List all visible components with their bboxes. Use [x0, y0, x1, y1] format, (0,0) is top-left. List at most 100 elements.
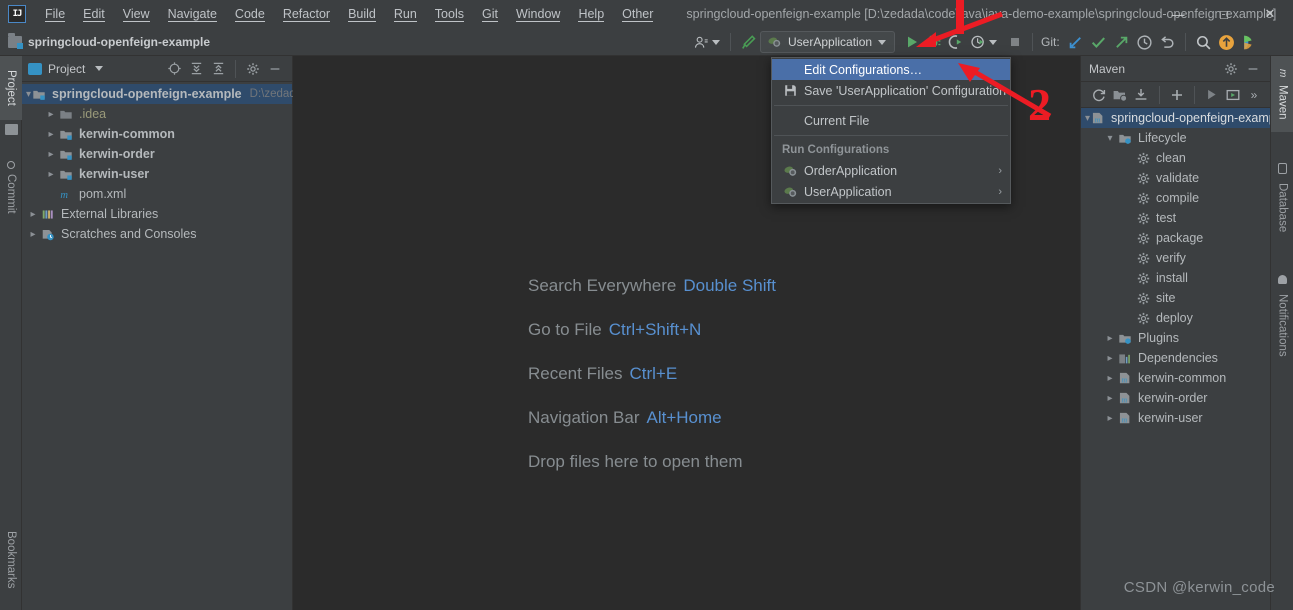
chevron-down-icon[interactable]: ▾	[1103, 133, 1117, 144]
generate-sources-icon[interactable]	[1110, 84, 1130, 106]
popup-menu-item[interactable]: Edit Configurations…	[772, 59, 1010, 80]
chevron-right-icon[interactable]: ›	[998, 186, 1002, 198]
maven-tree-row[interactable]: ▾Lifecycle	[1081, 128, 1270, 148]
menu-item-tools[interactable]: Tools	[426, 3, 473, 25]
chevron-right-icon[interactable]: ›	[998, 165, 1002, 177]
menu-item-run[interactable]: Run	[385, 3, 426, 25]
maven-tree-row[interactable]: install	[1081, 268, 1270, 288]
menu-item-git[interactable]: Git	[473, 3, 507, 25]
expand-all-icon[interactable]	[185, 58, 207, 80]
maven-tree-row[interactable]: deploy	[1081, 308, 1270, 328]
rollback-button[interactable]	[1156, 31, 1179, 53]
maven-tree-row[interactable]: ▾mspringcloud-openfeign-example	[1081, 108, 1270, 128]
chevron-right-icon[interactable]: ▸	[44, 129, 58, 140]
maven-tree-row[interactable]: package	[1081, 228, 1270, 248]
chevron-down-icon[interactable]	[95, 66, 103, 71]
maven-tree-label: clean	[1156, 151, 1186, 165]
menu-item-edit[interactable]: Edit	[74, 3, 114, 25]
push-button[interactable]	[1110, 31, 1133, 53]
search-everywhere-button[interactable]	[1192, 31, 1215, 53]
ide-feature-trainer-button[interactable]	[1238, 31, 1261, 53]
sidebar-item-maven[interactable]: m Maven	[1271, 56, 1293, 132]
popup-menu-item[interactable]: Save 'UserApplication' Configuration	[772, 80, 1010, 101]
chevron-right-icon[interactable]: ▸	[26, 229, 40, 240]
chevron-right-icon[interactable]: ▸	[1103, 333, 1117, 344]
popup-menu-item[interactable]: Current File	[772, 110, 1010, 131]
chevron-right-icon[interactable]: ▸	[1103, 373, 1117, 384]
maven-tree-row[interactable]: ▸mkerwin-user	[1081, 408, 1270, 428]
toolbar-divider	[730, 33, 731, 51]
project-tree-row[interactable]: ▸Scratches and Consoles	[22, 224, 292, 244]
maven-tree-row[interactable]: validate	[1081, 168, 1270, 188]
project-tree-row[interactable]: mpom.xml	[22, 184, 292, 204]
stop-button[interactable]	[1004, 31, 1026, 53]
maven-tree-row[interactable]: ▸mkerwin-order	[1081, 388, 1270, 408]
maven-tree-row[interactable]: ▸mkerwin-common	[1081, 368, 1270, 388]
commit-button[interactable]	[1087, 31, 1110, 53]
add-maven-project-icon[interactable]	[1166, 84, 1186, 106]
maximize-button[interactable]: □	[1201, 0, 1247, 28]
sidebar-item-database[interactable]: Database	[1271, 152, 1293, 244]
maven-tree-row[interactable]: test	[1081, 208, 1270, 228]
maven-tree-row[interactable]: ▸Dependencies	[1081, 348, 1270, 368]
menu-item-other[interactable]: Other	[613, 3, 662, 25]
run-icon[interactable]	[1202, 84, 1222, 106]
popup-run-config-item[interactable]: OrderApplication›	[772, 160, 1010, 181]
menu-item-view[interactable]: View	[114, 3, 159, 25]
collapse-all-icon[interactable]	[207, 58, 229, 80]
menu-item-help[interactable]: Help	[569, 3, 613, 25]
reload-all-projects-icon[interactable]	[1089, 84, 1109, 106]
menu-item-build[interactable]: Build	[339, 3, 385, 25]
maven-tree-row[interactable]: site	[1081, 288, 1270, 308]
chevron-right-icon[interactable]: ▸	[1103, 393, 1117, 404]
project-tree-row[interactable]: ▸External Libraries	[22, 204, 292, 224]
menu-item-file[interactable]: File	[36, 3, 74, 25]
hide-panel-icon[interactable]	[264, 58, 286, 80]
chevron-right-icon[interactable]: ▸	[1103, 353, 1117, 364]
updates-available-button[interactable]	[1215, 31, 1238, 53]
breadcrumb[interactable]: springcloud-openfeign-example	[8, 35, 210, 49]
download-sources-icon[interactable]	[1131, 84, 1151, 106]
build-button[interactable]	[737, 31, 760, 53]
menu-item-label: Edit	[83, 7, 105, 22]
execute-maven-goal-icon[interactable]	[1223, 84, 1243, 106]
gear-icon[interactable]	[242, 58, 264, 80]
project-tree-row[interactable]: ▸kerwin-order	[22, 144, 292, 164]
run-button[interactable]	[901, 31, 923, 53]
maven-tree-row[interactable]: clean	[1081, 148, 1270, 168]
chevron-down-icon[interactable]	[878, 40, 886, 45]
menu-item-refactor[interactable]: Refactor	[274, 3, 339, 25]
gear-icon[interactable]	[1220, 58, 1242, 80]
sidebar-item-project[interactable]: Project	[0, 56, 22, 120]
chevron-right-icon[interactable]: ▸	[44, 169, 58, 180]
chevron-right-icon[interactable]: ▸	[44, 109, 58, 120]
run-configuration-selector[interactable]: UserApplication	[760, 31, 895, 53]
select-opened-file-icon[interactable]	[163, 58, 185, 80]
history-button[interactable]	[1133, 31, 1156, 53]
update-project-button[interactable]	[1064, 31, 1087, 53]
sidebar-item-notifications[interactable]: Notifications	[1271, 260, 1293, 372]
maven-tree-row[interactable]: verify	[1081, 248, 1270, 268]
project-tree-row[interactable]: ▸kerwin-common	[22, 124, 292, 144]
more-options-icon[interactable]: »	[1244, 84, 1264, 106]
debug-button[interactable]	[923, 31, 945, 53]
project-tree-row[interactable]: ▾springcloud-openfeign-exampleD:\zedada\…	[22, 84, 292, 104]
close-button[interactable]: ✕	[1247, 0, 1293, 28]
hide-panel-icon[interactable]	[1242, 58, 1264, 80]
minimize-button[interactable]: —	[1155, 0, 1201, 28]
menu-item-code[interactable]: Code	[226, 3, 274, 25]
chevron-right-icon[interactable]: ▸	[26, 209, 40, 220]
run-with-coverage-button[interactable]	[945, 31, 967, 53]
project-tree-row[interactable]: ▸.idea	[22, 104, 292, 124]
maven-tree-row[interactable]: compile	[1081, 188, 1270, 208]
chevron-right-icon[interactable]: ▸	[44, 149, 58, 160]
menu-item-navigate[interactable]: Navigate	[159, 3, 226, 25]
popup-run-config-item[interactable]: UserApplication›	[772, 181, 1010, 202]
user-settings-button[interactable]	[690, 31, 724, 53]
sidebar-item-commit[interactable]: Commit	[0, 148, 22, 226]
sidebar-item-bookmarks[interactable]: Bookmarks	[0, 514, 22, 606]
project-tree-row[interactable]: ▸kerwin-user	[22, 164, 292, 184]
chevron-right-icon[interactable]: ▸	[1103, 413, 1117, 424]
menu-item-window[interactable]: Window	[507, 3, 569, 25]
maven-tree-row[interactable]: ▸Plugins	[1081, 328, 1270, 348]
